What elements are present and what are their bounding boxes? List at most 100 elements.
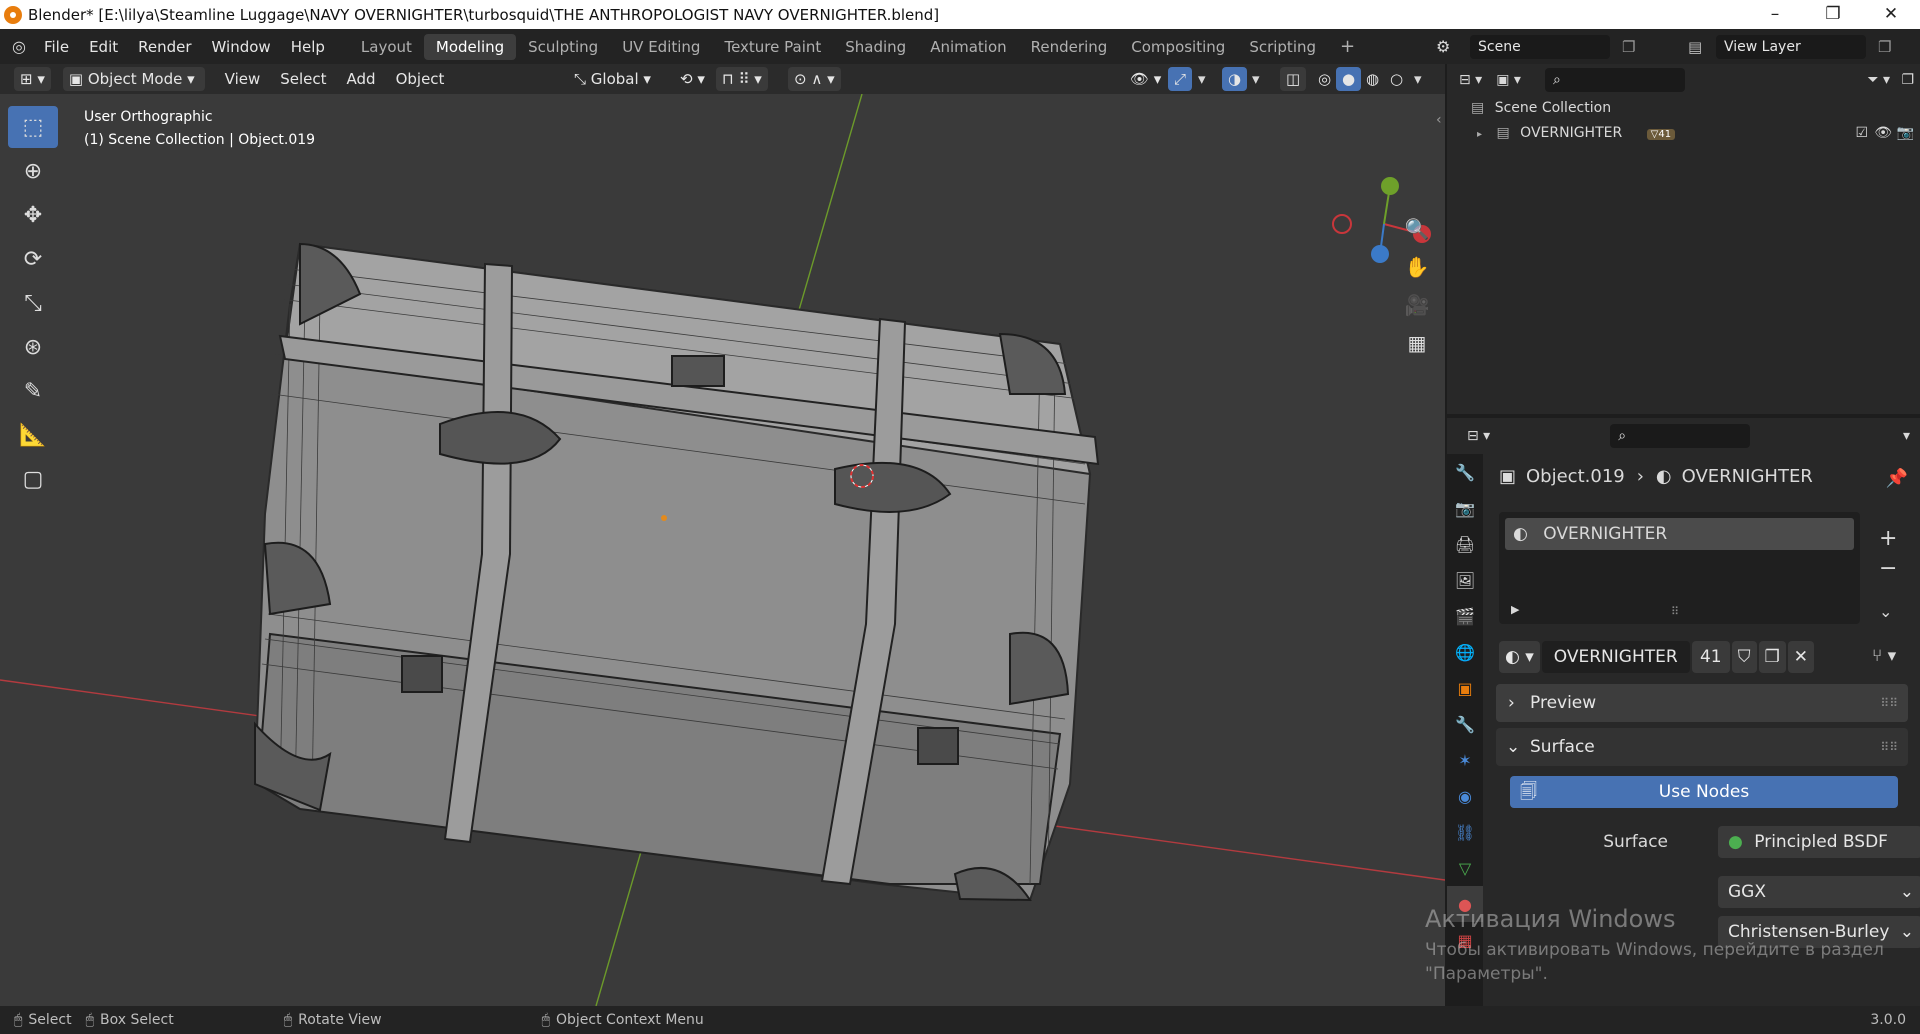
menu-view[interactable]: View (215, 70, 271, 88)
tab-scripting[interactable]: Scripting (1237, 34, 1328, 60)
new-collection-icon[interactable]: ❐ (1901, 72, 1914, 88)
tab-compositing[interactable]: Compositing (1119, 34, 1237, 60)
view-layer-tab-icon[interactable]: 🖼 (1447, 562, 1483, 598)
constraints-tab-icon[interactable]: ⛓ (1447, 814, 1483, 850)
menu-object[interactable]: Object (386, 70, 455, 88)
material-slots-list[interactable]: ◐ OVERNIGHTER ▶ ⠿ (1499, 512, 1860, 624)
view-layer-new-icon[interactable]: ❐ (1878, 38, 1891, 56)
scene-tab-icon[interactable]: 🎬 (1447, 598, 1483, 634)
annotate-tool-icon[interactable]: ✎ (8, 370, 58, 412)
scene-field[interactable]: Scene (1470, 34, 1610, 59)
suitcase-wireframe[interactable] (253, 242, 1100, 902)
mesh-count-badge[interactable]: ▽41 (1646, 129, 1676, 140)
tab-sculpting[interactable]: Sculpting (516, 34, 610, 60)
select-box-tool-icon[interactable]: ⬚ (8, 106, 58, 148)
view-layer-field[interactable]: View Layer (1716, 34, 1866, 59)
modifier-tab-icon[interactable]: 🔧 (1447, 706, 1483, 742)
blender-menu-icon[interactable]: ◎ (12, 37, 26, 56)
visibility-eye-icon[interactable]: 👁 (1874, 120, 1892, 146)
3d-viewport[interactable]: ⬚ ⊕ ✥ ⟳ ⤡ ⊛ ✎ 📐 ▢ User Orthographic (1) … (0, 94, 1445, 1006)
display-mode-icon[interactable]: ▣ ▾ (1496, 72, 1521, 88)
cursor-tool-icon[interactable]: ⊕ (8, 150, 58, 192)
outliner-row[interactable]: ▸ ▤ OVERNIGHTER ▽41 ☑ 👁 📷 (1447, 120, 1920, 146)
render-tab-icon[interactable]: 📷 (1447, 490, 1483, 526)
shading-dropdown-icon[interactable]: ▾ (1414, 70, 1422, 88)
scene-selector-icon[interactable]: ⚙ (1436, 37, 1450, 56)
tab-uv-editing[interactable]: UV Editing (610, 34, 712, 60)
gizmo-z-icon[interactable] (1371, 245, 1389, 263)
gizmo-dropdown-icon[interactable]: ▾ (1198, 70, 1206, 88)
tool-tab-icon[interactable]: 🔧 (1447, 454, 1483, 490)
include-checkbox-icon[interactable]: ☑ (1855, 120, 1868, 146)
menu-add[interactable]: Add (337, 70, 386, 88)
mode-dropdown[interactable]: ▣ Object Mode ▾ (62, 67, 205, 91)
shading-material-icon[interactable]: ◍ (1360, 67, 1385, 91)
shading-solid-icon[interactable]: ● (1336, 67, 1362, 91)
menu-render[interactable]: Render (128, 38, 201, 56)
tab-rendering[interactable]: Rendering (1019, 34, 1120, 60)
outliner-search-input[interactable]: ⌕ (1544, 68, 1685, 92)
properties-search-input[interactable]: ⌕ (1610, 424, 1751, 448)
xray-icon[interactable]: ◫ (1280, 67, 1307, 91)
editor-type-icon[interactable]: ⊞ ▾ (14, 67, 51, 91)
snap-icon[interactable]: ⊓ ⠿ ▾ (716, 67, 768, 91)
shading-rendered-icon[interactable]: ○ (1384, 67, 1409, 91)
expand-arrow-icon[interactable]: ▸ (1477, 129, 1482, 140)
collapse-sidebar-icon[interactable]: ‹ (1436, 112, 1442, 128)
transform-tool-icon[interactable]: ⊛ (8, 326, 58, 368)
browse-material-icon[interactable]: ◐ ▾ (1499, 641, 1540, 673)
shading-wireframe-icon[interactable]: ◎ (1312, 67, 1337, 91)
close-button[interactable]: ✕ (1862, 0, 1920, 29)
distribution-dropdown[interactable]: GGX ⌄ (1718, 876, 1920, 908)
output-tab-icon[interactable]: 🖨 (1447, 526, 1483, 562)
orientation-dropdown[interactable]: ⤡ Global ▾ (568, 67, 657, 91)
maximize-button[interactable]: ❐ (1804, 0, 1862, 29)
remove-slot-button[interactable]: − (1879, 556, 1897, 581)
menu-edit[interactable]: Edit (79, 38, 128, 56)
outliner-editor-icon[interactable]: ⊟ ▾ (1459, 72, 1482, 88)
tab-shading[interactable]: Shading (833, 34, 918, 60)
properties-options-icon[interactable]: ▾ (1903, 428, 1910, 444)
surface-panel-header[interactable]: ⌄ Surface ⠿⠿ (1496, 728, 1908, 766)
tab-animation[interactable]: Animation (918, 34, 1018, 60)
use-nodes-button[interactable]: 🗐 Use Nodes (1510, 776, 1898, 808)
zoom-icon[interactable]: 🔍 (1400, 212, 1434, 246)
gizmo-y-icon[interactable] (1381, 177, 1399, 195)
scene-canvas[interactable] (0, 94, 1445, 1006)
particles-tab-icon[interactable]: ✶ (1447, 742, 1483, 778)
expand-triangle-icon[interactable]: ▶ (1511, 603, 1519, 616)
tab-texture-paint[interactable]: Texture Paint (712, 34, 833, 60)
gizmo-neg-x-icon[interactable] (1332, 214, 1352, 234)
gizmo-icon[interactable]: ⤢ (1168, 67, 1193, 91)
menu-window[interactable]: Window (202, 38, 281, 56)
unlink-material-icon[interactable]: ✕ (1787, 641, 1815, 673)
fake-user-icon[interactable]: ⛉ (1731, 641, 1757, 673)
visibility-icon[interactable]: 👁 ▾ (1124, 67, 1167, 91)
menu-file[interactable]: File (34, 38, 79, 56)
add-slot-button[interactable]: + (1879, 526, 1897, 551)
duplicate-material-icon[interactable]: ❐ (1758, 641, 1786, 673)
tab-layout[interactable]: Layout (349, 34, 424, 60)
filter-icon[interactable]: ⏷ ▾ (1867, 72, 1890, 88)
view-layer-icon[interactable]: ▤ (1688, 38, 1702, 56)
physics-tab-icon[interactable]: ◉ (1447, 778, 1483, 814)
material-name-field[interactable]: OVERNIGHTER (1541, 641, 1690, 673)
scene-new-icon[interactable]: ❐ (1622, 38, 1635, 56)
resize-handle-icon[interactable]: ⠿ (1671, 605, 1679, 618)
minimize-button[interactable]: – (1746, 0, 1804, 29)
data-tab-icon[interactable]: ▽ (1447, 850, 1483, 886)
camera-view-icon[interactable]: 🎥 (1400, 288, 1434, 322)
ortho-grid-icon[interactable]: ▦ (1400, 326, 1434, 360)
overlay-dropdown-icon[interactable]: ▾ (1252, 70, 1260, 88)
menu-select[interactable]: Select (270, 70, 336, 88)
surface-drag-icon[interactable]: ⠿⠿ (1880, 728, 1898, 766)
tab-modeling[interactable]: Modeling (423, 33, 517, 60)
add-cube-tool-icon[interactable]: ▢ (8, 458, 58, 500)
add-workspace-button[interactable]: + (1328, 34, 1367, 60)
render-camera-icon[interactable]: 📷 (1897, 120, 1914, 146)
link-type-icon[interactable]: ⑂ ▾ (1872, 646, 1896, 666)
menu-help[interactable]: Help (281, 38, 335, 56)
preview-drag-icon[interactable]: ⠿⠿ (1880, 684, 1898, 722)
move-tool-icon[interactable]: ✥ (8, 194, 58, 236)
pan-hand-icon[interactable]: ✋ (1400, 250, 1434, 284)
